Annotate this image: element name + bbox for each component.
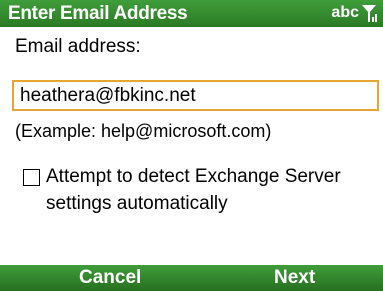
input-mode-indicator: abc bbox=[331, 4, 359, 21]
signal-strength-icon bbox=[362, 5, 377, 22]
screen-title: Enter Email Address bbox=[8, 3, 188, 24]
cancel-button[interactable]: Cancel bbox=[79, 267, 141, 289]
email-address-input[interactable] bbox=[12, 80, 379, 111]
email-setup-screen: Enter Email Address abc Email address: (… bbox=[0, 0, 383, 291]
next-button[interactable]: Next bbox=[274, 267, 315, 289]
detect-exchange-checkbox[interactable] bbox=[23, 169, 40, 186]
email-example-hint: (Example: help@microsoft.com) bbox=[15, 121, 272, 141]
email-address-label: Email address: bbox=[15, 36, 141, 57]
title-bar: Enter Email Address abc bbox=[0, 0, 383, 27]
soft-key-bar: Cancel Next bbox=[0, 265, 383, 291]
detect-exchange-label[interactable]: Attempt to detect Exchange Server settin… bbox=[46, 163, 366, 217]
